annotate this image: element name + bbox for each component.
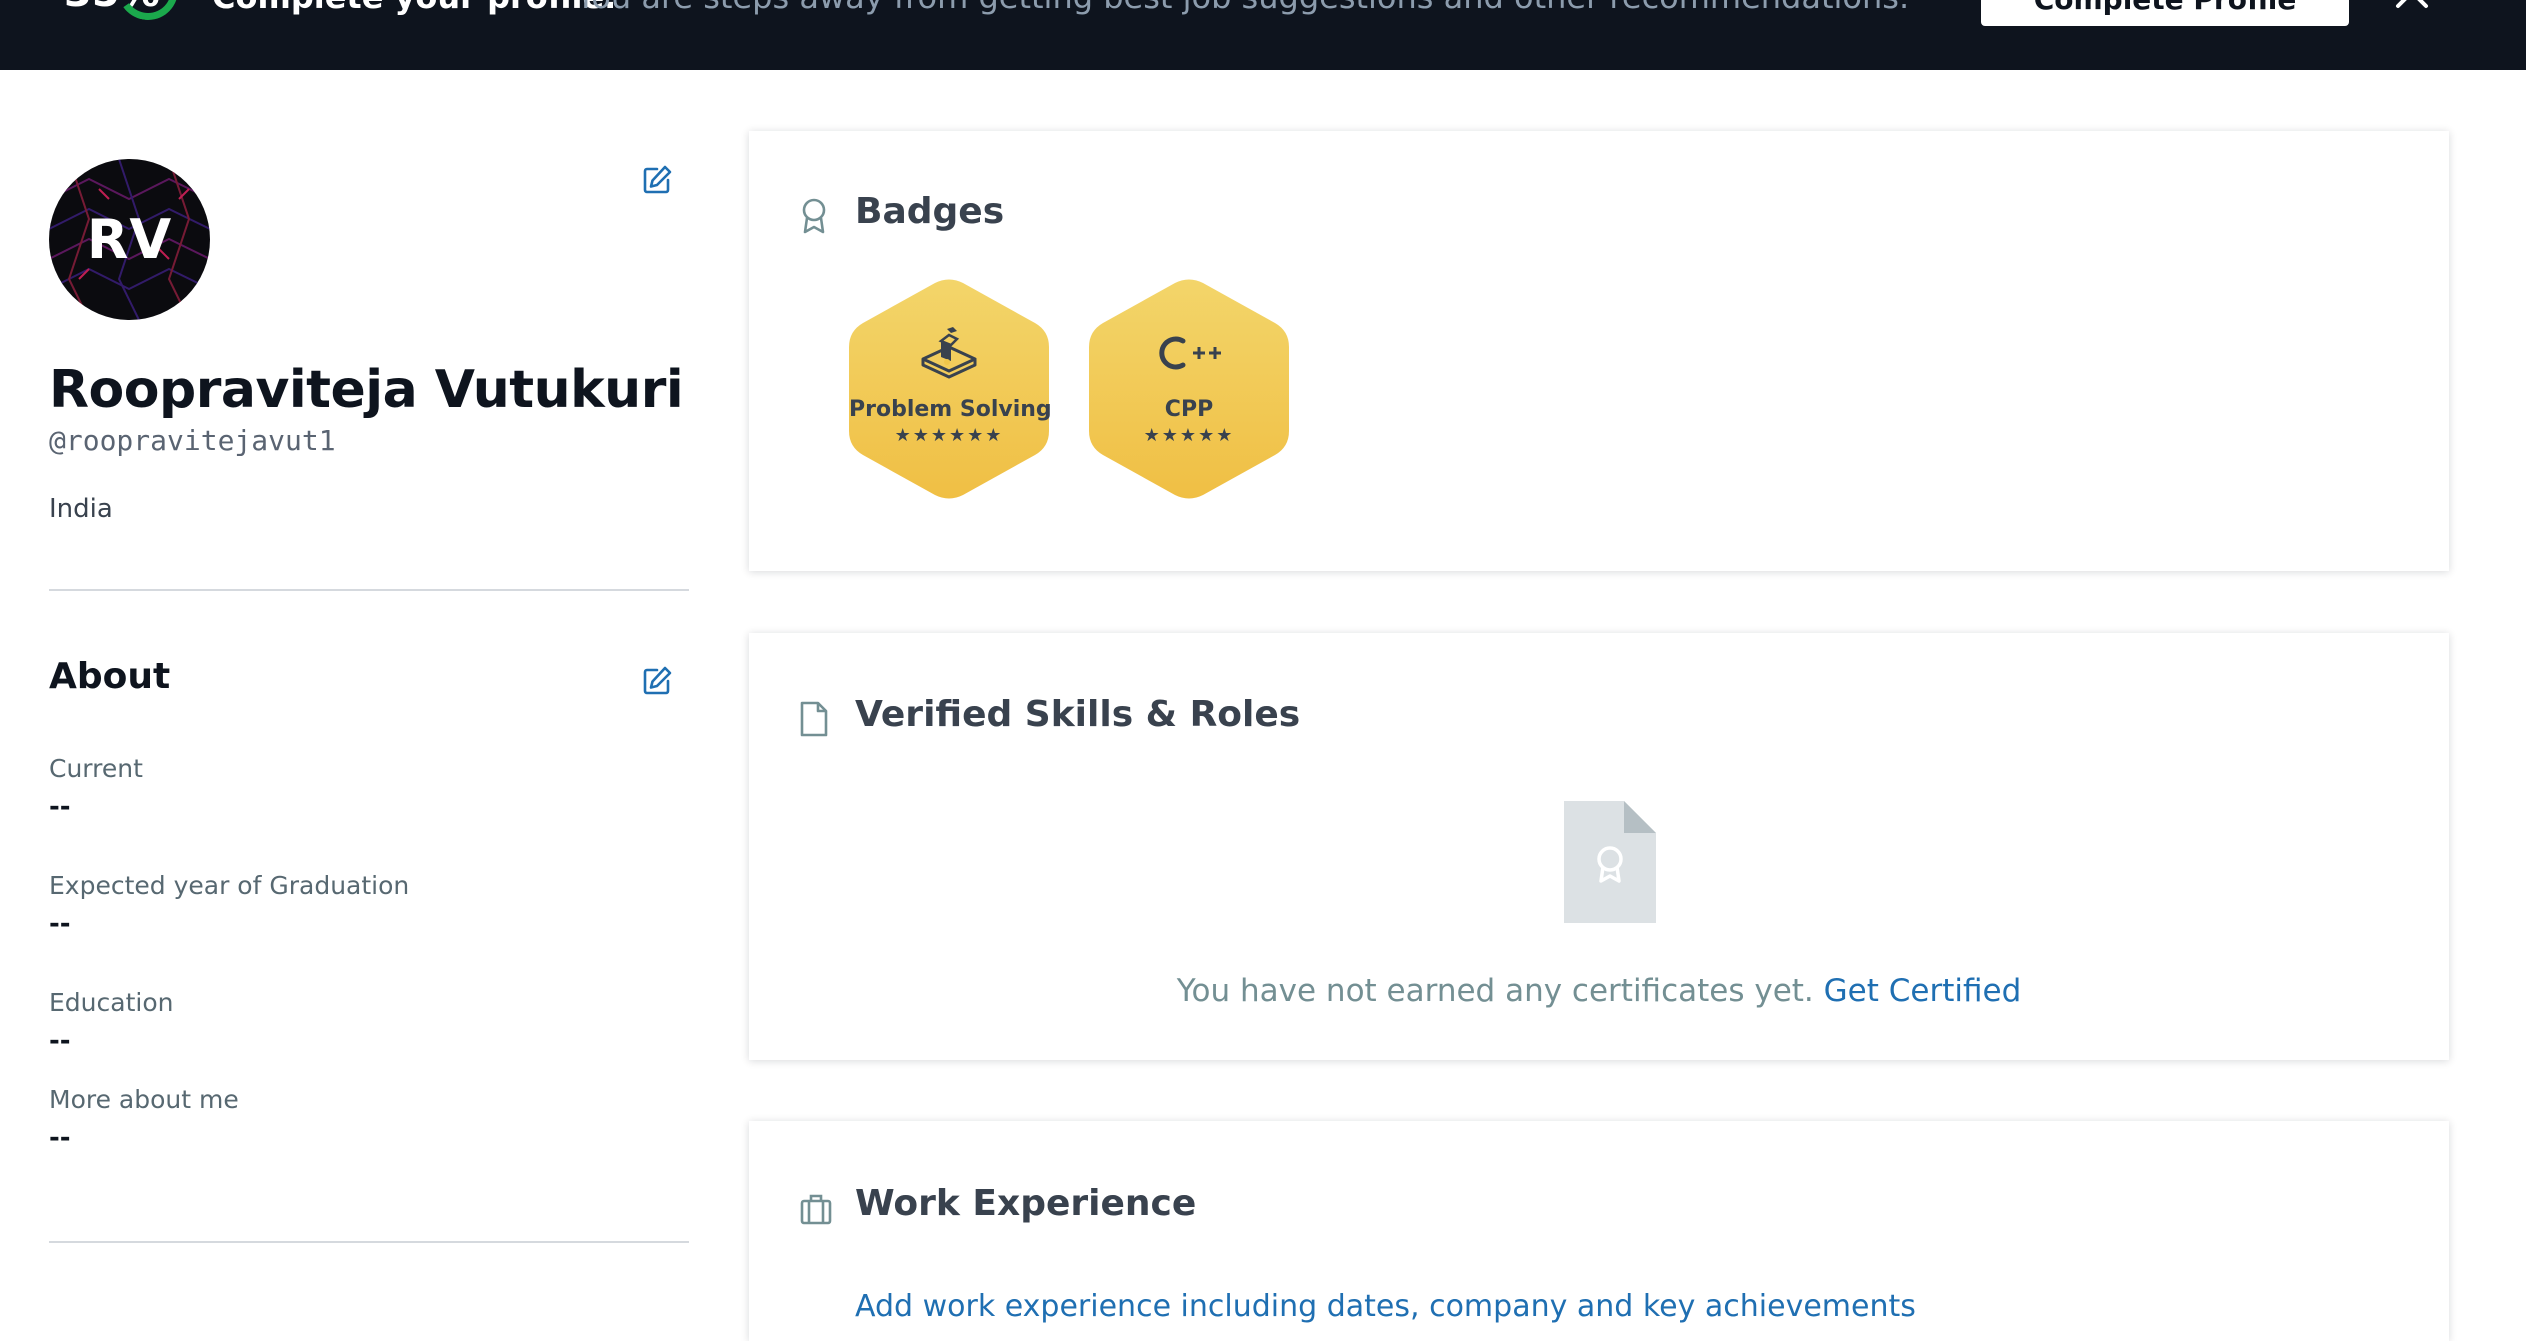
profile-name: Roopraviteja Vutukuri: [49, 360, 684, 420]
badge-problem-solving[interactable]: Problem Solving ★★★★★★: [849, 279, 1052, 499]
badge-cpp[interactable]: CPP ★★★★★: [1089, 279, 1289, 499]
about-current-label: Current: [49, 754, 143, 783]
avatar: RV: [49, 159, 210, 320]
banner-description: You are steps away from getting best job…: [576, 0, 1909, 16]
avatar-initials: RV: [86, 208, 173, 271]
certificate-placeholder-icon: [1564, 801, 1656, 927]
verified-skills-title: Verified Skills & Roles: [855, 694, 1301, 735]
profile-handle: @roopravitejavut1: [49, 424, 336, 457]
about-more-value: --: [49, 1123, 71, 1153]
profile-completion-banner: 35% Complete your profile. You are steps…: [0, 0, 2526, 70]
sidebar-divider: [49, 589, 689, 591]
work-experience-card: Work Experience Add work experience incl…: [749, 1121, 2449, 1341]
badge-stars: ★★★★★: [1143, 425, 1235, 446]
about-current-value: --: [49, 792, 71, 822]
work-experience-title: Work Experience: [855, 1183, 1197, 1224]
about-title: About: [49, 656, 171, 697]
empty-message-text: You have not earned any certificates yet…: [1176, 973, 1814, 1009]
edit-about-icon[interactable]: [640, 664, 674, 698]
badges-title: Badges: [855, 191, 1005, 232]
badges-card: Badges Problem Solving ★★★★★★ CPP ★★★★★: [749, 131, 2449, 571]
get-certified-link[interactable]: Get Certified: [1824, 973, 2022, 1009]
about-education-value: --: [49, 1026, 71, 1056]
edit-profile-icon[interactable]: [640, 163, 674, 197]
cpp-icon: [1153, 331, 1225, 379]
about-graduation-value: --: [49, 909, 71, 939]
about-education-label: Education: [49, 988, 174, 1017]
about-graduation-label: Expected year of Graduation: [49, 871, 410, 900]
banner-title: Complete your profile.: [212, 0, 616, 16]
briefcase-icon: [799, 1192, 833, 1230]
close-icon[interactable]: [2392, 0, 2432, 12]
about-more-label: More about me: [49, 1085, 239, 1114]
sidebar-divider: [49, 1241, 689, 1243]
add-work-experience-link[interactable]: Add work experience including dates, com…: [855, 1289, 1916, 1324]
no-certificates-message: You have not earned any certificates yet…: [749, 973, 2449, 1009]
badge-stars: ★★★★★★: [894, 425, 1004, 446]
problem-solving-icon: [917, 323, 981, 387]
document-icon: [799, 700, 829, 742]
badge-name: CPP: [1164, 397, 1214, 422]
badge-name: Problem Solving: [849, 397, 1052, 422]
profile-country: India: [49, 494, 113, 524]
verified-skills-card: Verified Skills & Roles You have not ear…: [749, 633, 2449, 1060]
badge-award-icon: [799, 197, 829, 239]
complete-profile-button[interactable]: Complete Profile: [1981, 0, 2349, 26]
